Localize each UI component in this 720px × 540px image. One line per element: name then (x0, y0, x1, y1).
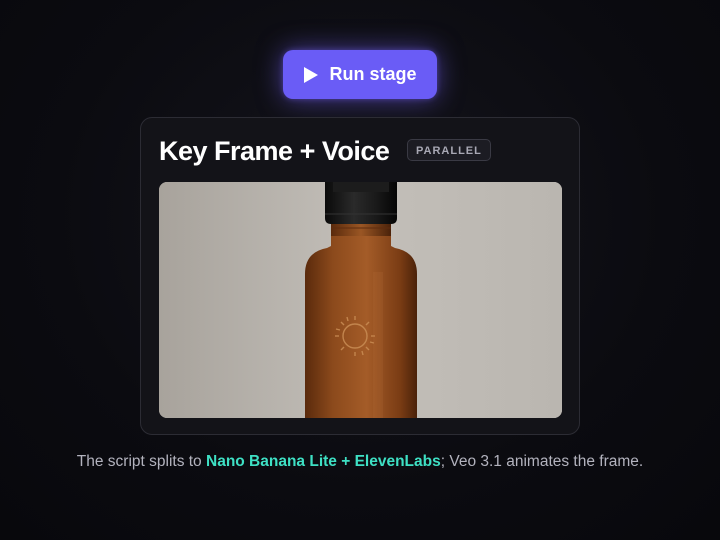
caption-highlight: Nano Banana Lite + ElevenLabs (206, 453, 441, 470)
stage-card: Key Frame + Voice PARALLEL (140, 117, 580, 435)
play-icon (303, 66, 319, 84)
parallel-badge: PARALLEL (407, 139, 491, 161)
caption-prefix: The script splits to (76, 453, 206, 470)
caption-text: The script splits to Nano Banana Lite + … (60, 452, 660, 472)
card-title: Key Frame + Voice (159, 136, 390, 166)
run-stage-label: Run stage (329, 64, 417, 84)
run-stage-button[interactable]: Run stage (283, 50, 437, 99)
caption-suffix: ; Veo 3.1 animates the frame. (440, 453, 644, 470)
key-frame-image (159, 182, 562, 418)
